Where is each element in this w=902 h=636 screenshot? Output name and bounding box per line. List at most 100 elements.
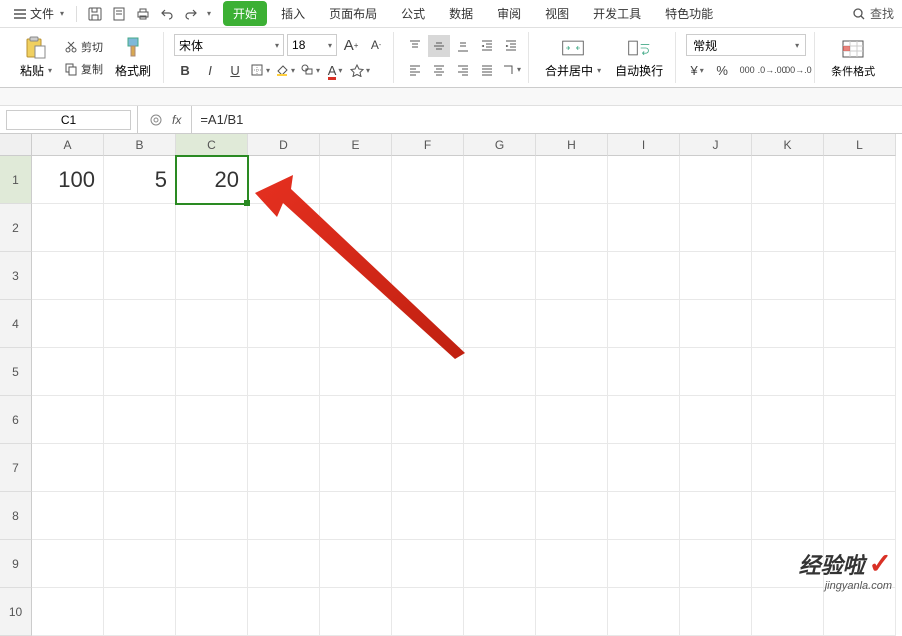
cell-K8[interactable] xyxy=(752,492,824,540)
cell-D10[interactable] xyxy=(248,588,320,636)
cell-L5[interactable] xyxy=(824,348,896,396)
conditional-format-button[interactable]: 条件格式 xyxy=(825,35,881,81)
cell-G6[interactable] xyxy=(464,396,536,444)
border-button[interactable]: ▾ xyxy=(249,59,271,81)
font-size-select[interactable]: 18 ▾ xyxy=(287,34,337,56)
tab-formula[interactable]: 公式 xyxy=(391,1,435,26)
save-icon[interactable] xyxy=(86,5,104,23)
font-color-button[interactable]: A▾ xyxy=(324,59,346,81)
align-bottom-button[interactable] xyxy=(452,35,474,57)
cell-D6[interactable] xyxy=(248,396,320,444)
cell-E9[interactable] xyxy=(320,540,392,588)
col-header-H[interactable]: H xyxy=(536,134,608,156)
cell-A8[interactable] xyxy=(32,492,104,540)
cell-E7[interactable] xyxy=(320,444,392,492)
name-box-input[interactable] xyxy=(6,110,131,130)
align-left-button[interactable] xyxy=(404,59,426,81)
tab-insert[interactable]: 插入 xyxy=(271,1,315,26)
tab-view[interactable]: 视图 xyxy=(535,1,579,26)
cell-D9[interactable] xyxy=(248,540,320,588)
cell-H4[interactable] xyxy=(536,300,608,348)
cell-F10[interactable] xyxy=(392,588,464,636)
cell-L3[interactable] xyxy=(824,252,896,300)
tab-special[interactable]: 特色功能 xyxy=(655,1,723,26)
shape-button[interactable]: ▾ xyxy=(299,59,321,81)
fx-button[interactable]: fx xyxy=(172,113,181,127)
number-format-select[interactable]: 常规 ▾ xyxy=(686,34,806,56)
comma-button[interactable]: 000 xyxy=(736,59,758,81)
cell-L10[interactable] xyxy=(824,588,896,636)
cell-L8[interactable] xyxy=(824,492,896,540)
tab-layout[interactable]: 页面布局 xyxy=(319,1,387,26)
file-menu[interactable]: 文件 ▾ xyxy=(8,3,70,24)
cell-J2[interactable] xyxy=(680,204,752,252)
copy-button[interactable]: 复制 xyxy=(60,59,107,79)
increase-decimal-button[interactable]: .0→.00 xyxy=(761,59,783,81)
cell-B4[interactable] xyxy=(104,300,176,348)
col-header-A[interactable]: A xyxy=(32,134,104,156)
cell-C1[interactable]: 20 xyxy=(176,156,248,204)
cell-I10[interactable] xyxy=(608,588,680,636)
cell-I9[interactable] xyxy=(608,540,680,588)
cell-A5[interactable] xyxy=(32,348,104,396)
cell-J8[interactable] xyxy=(680,492,752,540)
col-header-E[interactable]: E xyxy=(320,134,392,156)
font-name-select[interactable]: 宋体 ▾ xyxy=(174,34,284,56)
paste-button[interactable]: 粘贴▾ xyxy=(14,34,58,81)
cell-J6[interactable] xyxy=(680,396,752,444)
cell-L2[interactable] xyxy=(824,204,896,252)
cell-H6[interactable] xyxy=(536,396,608,444)
cell-G8[interactable] xyxy=(464,492,536,540)
redo-icon[interactable] xyxy=(182,5,200,23)
row-header-10[interactable]: 10 xyxy=(0,588,32,636)
wrap-text-button[interactable]: 自动换行 xyxy=(609,34,669,81)
cell-K1[interactable] xyxy=(752,156,824,204)
effects-button[interactable]: ▾ xyxy=(349,59,371,81)
cell-I5[interactable] xyxy=(608,348,680,396)
cell-C7[interactable] xyxy=(176,444,248,492)
cell-B1[interactable]: 5 xyxy=(104,156,176,204)
increase-font-button[interactable]: A+ xyxy=(340,34,362,56)
decrease-decimal-button[interactable]: .00→.0 xyxy=(786,59,808,81)
cell-B5[interactable] xyxy=(104,348,176,396)
percent-button[interactable]: % xyxy=(711,59,733,81)
cell-D4[interactable] xyxy=(248,300,320,348)
cut-button[interactable]: 剪切 xyxy=(60,37,107,57)
cell-K3[interactable] xyxy=(752,252,824,300)
merge-center-button[interactable]: 合并居中▾ xyxy=(539,34,607,81)
cell-L1[interactable] xyxy=(824,156,896,204)
align-center-button[interactable] xyxy=(428,59,450,81)
cell-I6[interactable] xyxy=(608,396,680,444)
cell-B10[interactable] xyxy=(104,588,176,636)
row-header-8[interactable]: 8 xyxy=(0,492,32,540)
cell-C6[interactable] xyxy=(176,396,248,444)
row-header-1[interactable]: 1 xyxy=(0,156,32,204)
cell-E5[interactable] xyxy=(320,348,392,396)
cell-I8[interactable] xyxy=(608,492,680,540)
cell-A3[interactable] xyxy=(32,252,104,300)
fill-color-button[interactable]: ▾ xyxy=(274,59,296,81)
cell-D7[interactable] xyxy=(248,444,320,492)
cell-J5[interactable] xyxy=(680,348,752,396)
cell-I1[interactable] xyxy=(608,156,680,204)
cell-D2[interactable] xyxy=(248,204,320,252)
col-header-J[interactable]: J xyxy=(680,134,752,156)
cell-B2[interactable] xyxy=(104,204,176,252)
cell-J4[interactable] xyxy=(680,300,752,348)
decrease-font-button[interactable]: A- xyxy=(365,34,387,56)
cell-C8[interactable] xyxy=(176,492,248,540)
cell-D3[interactable] xyxy=(248,252,320,300)
cell-J7[interactable] xyxy=(680,444,752,492)
col-header-G[interactable]: G xyxy=(464,134,536,156)
cell-E4[interactable] xyxy=(320,300,392,348)
col-header-K[interactable]: K xyxy=(752,134,824,156)
col-header-F[interactable]: F xyxy=(392,134,464,156)
cell-G1[interactable] xyxy=(464,156,536,204)
cell-G4[interactable] xyxy=(464,300,536,348)
cell-H3[interactable] xyxy=(536,252,608,300)
cell-C3[interactable] xyxy=(176,252,248,300)
print-preview-icon[interactable] xyxy=(110,5,128,23)
cell-G10[interactable] xyxy=(464,588,536,636)
cell-F8[interactable] xyxy=(392,492,464,540)
align-right-button[interactable] xyxy=(452,59,474,81)
